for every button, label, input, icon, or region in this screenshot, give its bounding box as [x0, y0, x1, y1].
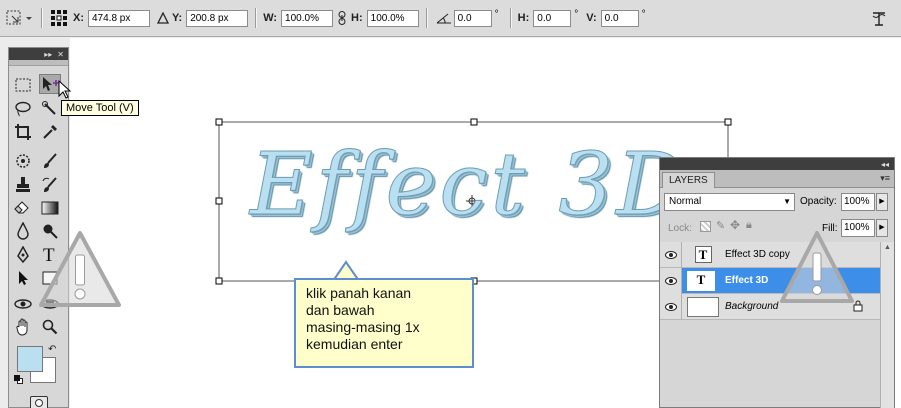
tools-panel: ▸▸ ✕ T ↶: [8, 47, 69, 408]
separator: [425, 8, 427, 28]
layer-thumbnail: T: [687, 270, 715, 291]
separator: [41, 8, 42, 28]
warp-icon[interactable]: [868, 9, 890, 29]
3d-rotate-tool-icon[interactable]: [12, 294, 34, 314]
default-colors-icon[interactable]: [14, 375, 23, 384]
degree-symbol: °: [641, 8, 646, 20]
zoom-tool-icon[interactable]: [39, 317, 61, 337]
lock-all-icon[interactable]: 🔒︎: [746, 219, 752, 232]
layers-panel: ◂◂ LAYERS ▾≡ Normal ▼ Opacity: 100% ▶ Lo…: [659, 157, 895, 408]
x-field[interactable]: 474.8 px: [88, 9, 150, 27]
rotate-field[interactable]: 0.0: [453, 9, 492, 27]
degree-symbol: °: [494, 8, 499, 20]
eraser-tool-icon[interactable]: [12, 198, 34, 218]
lock-transparency-icon[interactable]: [700, 221, 711, 232]
opacity-field[interactable]: 100%: [841, 193, 875, 211]
layer-name[interactable]: Effect 3D: [725, 275, 768, 286]
transform-handle[interactable]: [215, 197, 223, 205]
eye-icon[interactable]: [660, 293, 682, 320]
swap-colors-icon[interactable]: ↶: [48, 344, 56, 355]
delta-icon[interactable]: [154, 12, 172, 24]
lock-position-icon[interactable]: ✥: [730, 218, 740, 232]
hand-tool-icon[interactable]: [12, 317, 34, 337]
spot-healing-tool-icon[interactable]: [12, 151, 34, 171]
h-skew-label: H:: [517, 12, 530, 24]
transform-handle[interactable]: [470, 118, 478, 126]
blend-mode-select[interactable]: Normal ▼: [664, 193, 795, 211]
collapse-icon[interactable]: ▸▸: [44, 50, 52, 59]
options-bar: X: 474.8 px Y: 200.8 px W: 100.0% H: 100…: [0, 0, 901, 37]
blur-tool-icon[interactable]: [12, 221, 34, 241]
panel-grip[interactable]: [9, 60, 68, 66]
eyedropper-tool-icon[interactable]: [39, 122, 61, 142]
opacity-value: 100%: [844, 196, 870, 207]
lasso-tool-icon[interactable]: [12, 99, 34, 119]
transform-handle[interactable]: [724, 118, 732, 126]
gradient-tool-icon[interactable]: [39, 198, 61, 218]
tooltip: Move Tool (V): [61, 100, 139, 116]
crop-tool-icon[interactable]: [12, 122, 34, 142]
layer-thumbnail: T: [687, 245, 719, 265]
callout-line: kemudian enter: [306, 336, 403, 352]
quick-selection-tool-icon[interactable]: [39, 99, 61, 119]
w-label: W:: [263, 12, 278, 24]
path-selection-tool-icon[interactable]: [12, 268, 34, 288]
transform-handle[interactable]: [215, 277, 223, 285]
rotate-icon[interactable]: [434, 12, 454, 24]
instruction-callout: klik panah kanan dan bawah masing-masing…: [294, 278, 474, 368]
pen-tool-icon[interactable]: [12, 245, 34, 265]
v-skew-field[interactable]: 0.0: [600, 9, 639, 27]
link-icon[interactable]: [333, 11, 351, 25]
transform-handle[interactable]: [215, 118, 223, 126]
blend-mode-value: Normal: [669, 196, 702, 207]
layer-name[interactable]: Background: [725, 301, 778, 312]
x-label: X:: [73, 12, 84, 24]
text-layer-icon: T: [692, 272, 710, 289]
marquee-tool-icon[interactable]: [12, 75, 34, 95]
callout-line: dan bawah: [306, 302, 375, 318]
cursor-arrow-icon: [58, 79, 72, 100]
tool-preset-icon[interactable]: [4, 7, 34, 29]
history-brush-tool-icon[interactable]: [39, 175, 61, 195]
lock-label: Lock:: [668, 223, 692, 234]
layer-thumbnail: [687, 296, 719, 317]
layers-scrollbar[interactable]: ▲: [880, 242, 894, 408]
foreground-color-swatch[interactable]: [17, 346, 43, 372]
separator: [509, 8, 511, 28]
close-icon[interactable]: ✕: [57, 50, 64, 59]
callout-line: klik panah kanan: [306, 285, 412, 301]
layers-tab-bar: LAYERS ▾≡: [660, 170, 894, 188]
scroll-up-icon[interactable]: ▲: [881, 242, 894, 254]
eye-icon[interactable]: [660, 241, 682, 268]
text-layer-icon: T: [694, 246, 712, 263]
panel-menu-icon[interactable]: ▾≡: [880, 173, 890, 184]
warning-watermark-icon: [37, 229, 123, 309]
eye-icon[interactable]: [660, 267, 682, 294]
warning-watermark-icon: [778, 229, 856, 305]
layers-panel-header: ◂◂: [660, 158, 894, 170]
clone-stamp-tool-icon[interactable]: [12, 175, 34, 195]
opacity-label: Opacity:: [800, 196, 837, 207]
h-label: H:: [351, 12, 363, 24]
chevron-down-icon: ▼: [783, 197, 791, 206]
separator: [255, 8, 257, 28]
y-label: Y:: [172, 12, 183, 24]
quick-mask-icon[interactable]: [30, 396, 48, 408]
width-field[interactable]: 100.0%: [281, 9, 334, 27]
lock-pixels-icon[interactable]: ✎: [716, 219, 725, 232]
tab-layers[interactable]: LAYERS: [662, 172, 715, 188]
reference-point-icon[interactable]: [49, 8, 69, 28]
y-field[interactable]: 200.8 px: [186, 9, 249, 27]
callout-line: masing-masing 1x: [306, 319, 420, 335]
h-skew-field[interactable]: 0.0: [533, 9, 572, 27]
degree-symbol: °: [574, 8, 579, 20]
v-skew-label: V:: [586, 12, 597, 24]
fill-arrow-button[interactable]: ▶: [876, 219, 888, 237]
opacity-arrow-button[interactable]: ▶: [876, 193, 888, 211]
height-field[interactable]: 100.0%: [366, 9, 419, 27]
brush-tool-icon[interactable]: [39, 151, 61, 171]
tools-panel-header: ▸▸ ✕: [9, 48, 68, 60]
collapse-icon[interactable]: ◂◂: [881, 160, 889, 169]
